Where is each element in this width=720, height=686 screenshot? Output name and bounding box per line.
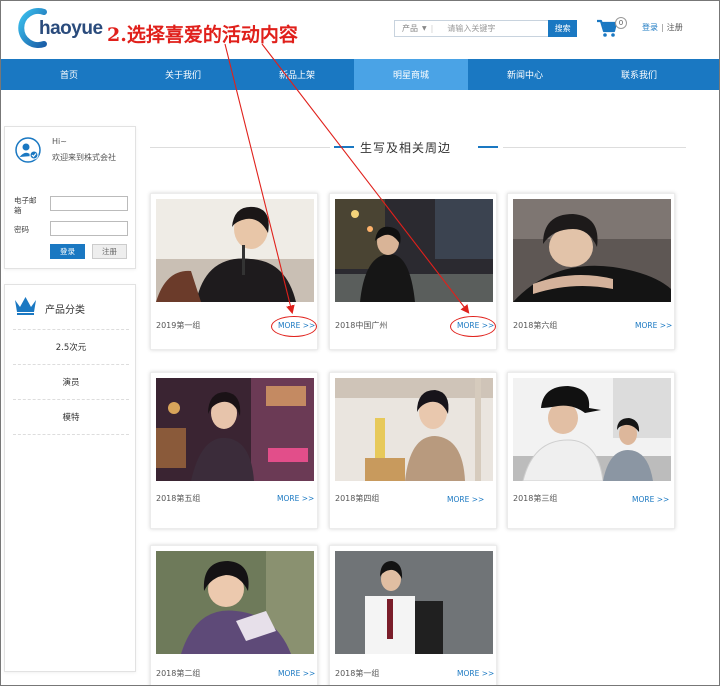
search-bar: 产品 ▼ | 搜索 (394, 20, 577, 37)
card-label: 2018中国广州 (335, 321, 388, 330)
nav-star-mall[interactable]: 明星商城 (354, 59, 468, 90)
password-field[interactable] (50, 221, 128, 236)
cart-count-badge: 0 (615, 17, 627, 29)
product-photo[interactable] (156, 199, 314, 302)
product-card[interactable]: 2018第一组 MORE >> (329, 545, 497, 686)
product-card[interactable]: 2018第六组 MORE >> (507, 193, 675, 350)
card-label: 2018第二组 (156, 669, 201, 678)
card-label: 2018第三组 (513, 494, 558, 503)
category-item-actor[interactable]: 演员 (13, 364, 129, 398)
crown-icon (15, 297, 36, 315)
logo-text: haoyue (39, 18, 103, 39)
greeting-hi: Hi~ (52, 137, 67, 146)
product-card[interactable]: 2018第五组 MORE >> (150, 372, 318, 529)
product-card[interactable]: 2018第二组 MORE >> (150, 545, 318, 686)
login-link[interactable]: 登录 (642, 23, 658, 32)
register-button[interactable]: 注册 (92, 244, 127, 259)
register-link[interactable]: 注册 (667, 23, 683, 32)
more-link[interactable]: MORE >> (457, 321, 494, 330)
card-label: 2018第五组 (156, 494, 201, 503)
top-links: 登录 | 注册 (642, 22, 683, 33)
product-card[interactable]: 2018中国广州 MORE >> (329, 193, 497, 350)
product-photo[interactable] (513, 378, 671, 481)
more-link[interactable]: MORE >> (278, 321, 315, 330)
section-title: 生写及相关周边 (360, 141, 452, 155)
product-photo[interactable] (335, 551, 493, 654)
product-photo[interactable] (335, 378, 493, 481)
more-link[interactable]: MORE >> (447, 495, 484, 504)
section-title-rule-left (150, 147, 330, 148)
more-link[interactable]: MORE >> (635, 321, 672, 330)
main-nav: 首页 关于我们 新品上架 明星商城 新闻中心 联系我们 (0, 59, 720, 90)
category-item-model[interactable]: 模特 (13, 399, 129, 433)
product-card[interactable]: 2018第四组 MORE >> (329, 372, 497, 529)
category-item-2-5d[interactable]: 2.5次元 (13, 329, 129, 363)
search-divider: | (430, 24, 434, 33)
link-separator: | (661, 23, 664, 32)
section-title-rule-right (503, 147, 686, 148)
section-title-dash-right (478, 146, 498, 148)
greeting-welcome: 欢迎来到株式会社 (52, 153, 116, 162)
email-label: 电子邮箱 (14, 196, 37, 215)
product-card[interactable]: 2018第三组 MORE >> (507, 372, 675, 529)
more-link[interactable]: MORE >> (278, 669, 315, 678)
card-label: 2018第四组 (335, 494, 380, 503)
product-photo[interactable] (156, 551, 314, 654)
product-card[interactable]: 2019第一组 MORE >> (150, 193, 318, 350)
product-photo[interactable] (513, 199, 671, 302)
product-photo[interactable] (156, 378, 314, 481)
nav-new-products[interactable]: 新品上架 (240, 59, 354, 90)
search-category-label: 产品 (402, 24, 418, 33)
more-link[interactable]: MORE >> (277, 494, 314, 503)
nav-contact[interactable]: 联系我们 (582, 59, 696, 90)
nav-home[interactable]: 首页 (12, 59, 126, 90)
caret-down-icon: ▼ (422, 25, 427, 32)
more-link[interactable]: MORE >> (632, 495, 669, 504)
product-photo[interactable] (335, 199, 493, 302)
login-button[interactable]: 登录 (50, 244, 85, 259)
section-title-dash-left (334, 146, 354, 148)
nav-news[interactable]: 新闻中心 (468, 59, 582, 90)
login-panel: Hi~ 欢迎来到株式会社 电子邮箱 密码 登录 注册 (4, 126, 136, 269)
search-input[interactable] (437, 21, 549, 36)
password-label: 密码 (14, 225, 29, 234)
search-button[interactable]: 搜索 (548, 20, 577, 37)
card-label: 2019第一组 (156, 321, 201, 330)
card-label: 2018第六组 (513, 321, 558, 330)
annotation-step-2: 2.选择喜爱的活动内容 (107, 24, 298, 46)
category-divider (13, 434, 129, 435)
user-verified-icon (15, 137, 41, 163)
email-field[interactable] (50, 196, 128, 211)
category-panel: 产品分类 2.5次元 演员 模特 (4, 284, 136, 672)
search-category-select[interactable]: 产品 ▼ | (395, 23, 437, 34)
card-label: 2018第一组 (335, 669, 380, 678)
more-link[interactable]: MORE >> (457, 669, 494, 678)
category-title: 产品分类 (45, 305, 85, 316)
nav-about[interactable]: 关于我们 (126, 59, 240, 90)
